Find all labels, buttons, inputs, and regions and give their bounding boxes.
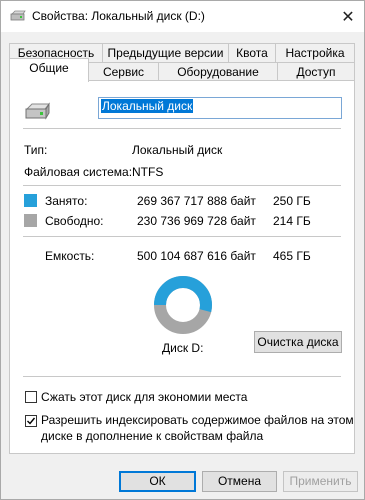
tab-quota[interactable]: Квота <box>228 43 276 63</box>
index-label-line2: диске в дополнение к свойствам файла <box>41 429 264 443</box>
disk-usage-donut <box>154 276 212 334</box>
hard-drive-icon <box>24 102 51 123</box>
capacity-size: 465 ГБ <box>273 249 311 263</box>
compress-checkbox[interactable] <box>25 391 37 403</box>
tab-tools[interactable]: Сервис <box>88 62 159 82</box>
free-label: Свободно: <box>45 214 104 228</box>
close-button[interactable]: ✕ <box>332 1 364 32</box>
compress-label: Сжать этот диск для экономии места <box>41 390 248 404</box>
general-tab-panel: Локальный диск Тип: Локальный диск Файло… <box>9 80 355 454</box>
used-bytes: 269 367 717 888 байт <box>137 194 256 208</box>
tab-sharing[interactable]: Доступ <box>277 62 355 82</box>
close-icon: ✕ <box>341 8 355 26</box>
divider <box>23 236 341 237</box>
disk-label: Диск D: <box>162 341 204 355</box>
index-label-line1: Разрешить индексировать содержимое файло… <box>41 413 354 427</box>
tab-hardware[interactable]: Оборудование <box>158 62 278 82</box>
checkmark-icon <box>27 417 36 425</box>
drive-icon <box>10 10 26 25</box>
type-value: Локальный диск <box>132 143 223 157</box>
properties-window: Свойства: Локальный диск (D:) ✕ Безопасн… <box>0 0 365 500</box>
title-bar: Свойства: Локальный диск (D:) ✕ <box>1 1 364 32</box>
free-size: 214 ГБ <box>273 214 311 228</box>
filesystem-value: NTFS <box>132 165 164 179</box>
used-space-swatch <box>24 194 37 207</box>
type-label: Тип: <box>24 143 48 157</box>
divider <box>23 185 341 186</box>
used-size: 250 ГБ <box>273 194 311 208</box>
tab-previous-versions[interactable]: Предыдущие версии <box>102 43 229 63</box>
divider <box>23 376 341 377</box>
capacity-label: Емкость: <box>45 249 95 263</box>
index-checkbox[interactable] <box>25 415 37 427</box>
divider <box>23 128 341 129</box>
disk-cleanup-button[interactable]: Очистка диска <box>254 331 342 353</box>
ok-button[interactable]: ОК <box>119 471 196 492</box>
free-bytes: 230 736 969 728 байт <box>137 214 256 228</box>
used-label: Занято: <box>45 194 88 208</box>
apply-button[interactable]: Применить <box>283 471 358 492</box>
window-title: Свойства: Локальный диск (D:) <box>32 9 205 23</box>
cancel-button[interactable]: Отмена <box>202 471 277 492</box>
capacity-bytes: 500 104 687 616 байт <box>137 249 256 263</box>
tab-settings[interactable]: Настройка <box>275 43 355 63</box>
filesystem-label: Файловая система: <box>24 165 133 179</box>
drive-name-field[interactable]: Локальный диск <box>98 97 342 119</box>
tab-general[interactable]: Общие <box>9 58 89 82</box>
free-space-swatch <box>24 214 37 227</box>
